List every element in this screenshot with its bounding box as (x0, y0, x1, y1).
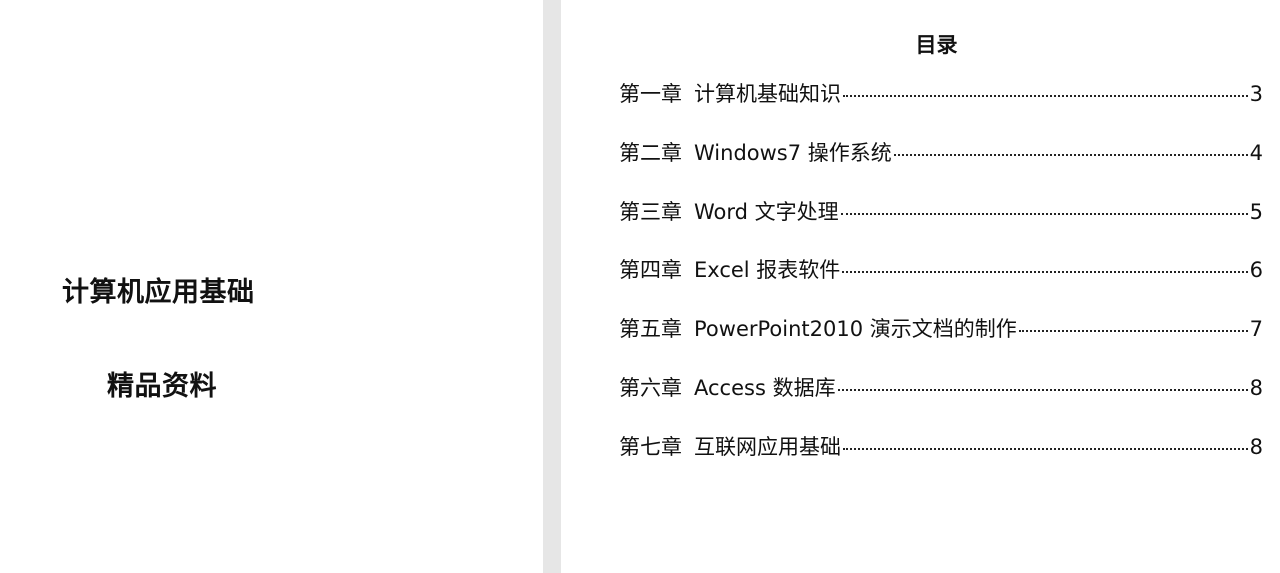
toc-dot-leader (840, 212, 1248, 215)
toc-chapter-title: Access 数据库 (694, 375, 836, 400)
toc-chapter-label: 第四章 (619, 258, 682, 283)
toc-chapter-label: 第五章 (619, 317, 682, 342)
toc-dot-leader (1018, 330, 1248, 333)
toc-chapter-title: PowerPoint2010 演示文档的制作 (694, 317, 1017, 342)
toc-dot-leader (843, 447, 1248, 450)
toc-heading: 目录 (915, 33, 958, 57)
toc-page-number: 4 (1249, 140, 1263, 165)
toc-entry-2[interactable]: 第二章 Windows7 操作系统 4 (619, 137, 1263, 196)
toc-entry-5[interactable]: 第五章 PowerPoint2010 演示文档的制作 7 (619, 313, 1263, 372)
toc-dot-leader (842, 271, 1248, 274)
toc-chapter-title: Excel 报表软件 (694, 258, 841, 283)
toc-entry-7[interactable]: 第七章 互联网应用基础 8 (619, 431, 1263, 490)
toc-chapter-label: 第三章 (619, 199, 682, 224)
toc-page-number: 6 (1249, 258, 1263, 283)
toc-page-number: 8 (1249, 434, 1263, 459)
toc-entry-1[interactable]: 第一章 计算机基础知识 3 (619, 78, 1263, 137)
toc-page: 目录 第一章 计算机基础知识 3 第二章 Windows7 操作系统 4 第三章… (561, 0, 1280, 573)
toc-page-number: 8 (1249, 375, 1263, 400)
cover-title: 计算机应用基础 (62, 277, 255, 308)
toc-entry-3[interactable]: 第三章 Word 文字处理 5 (619, 196, 1263, 255)
toc-dot-leader (837, 388, 1248, 391)
toc-chapter-label: 第七章 (619, 434, 682, 459)
toc-page-number: 7 (1249, 317, 1263, 342)
toc-chapter-title: 互联网应用基础 (694, 434, 841, 459)
toc-chapter-title: 计算机基础知识 (694, 82, 841, 106)
toc-dot-leader (893, 153, 1248, 156)
toc-entry-6[interactable]: 第六章 Access 数据库 8 (619, 372, 1263, 431)
toc-chapter-label: 第一章 (619, 82, 682, 106)
cover-page: 计算机应用基础 精品资料 (0, 0, 543, 573)
cover-subtitle: 精品资料 (107, 371, 217, 402)
toc-list: 第一章 计算机基础知识 3 第二章 Windows7 操作系统 4 第三章 Wo… (619, 78, 1263, 490)
toc-page-number: 3 (1249, 82, 1263, 106)
toc-chapter-title: Word 文字处理 (694, 199, 839, 224)
toc-dot-leader (843, 95, 1248, 97)
toc-chapter-label: 第六章 (619, 375, 682, 400)
toc-entry-4[interactable]: 第四章 Excel 报表软件 6 (619, 254, 1263, 313)
toc-chapter-title: Windows7 操作系统 (694, 140, 892, 165)
document-viewer: 计算机应用基础 精品资料 目录 第一章 计算机基础知识 3 第二章 Window… (0, 0, 1280, 573)
page-separator (543, 0, 561, 573)
toc-page-number: 5 (1249, 199, 1263, 224)
toc-chapter-label: 第二章 (619, 140, 682, 165)
